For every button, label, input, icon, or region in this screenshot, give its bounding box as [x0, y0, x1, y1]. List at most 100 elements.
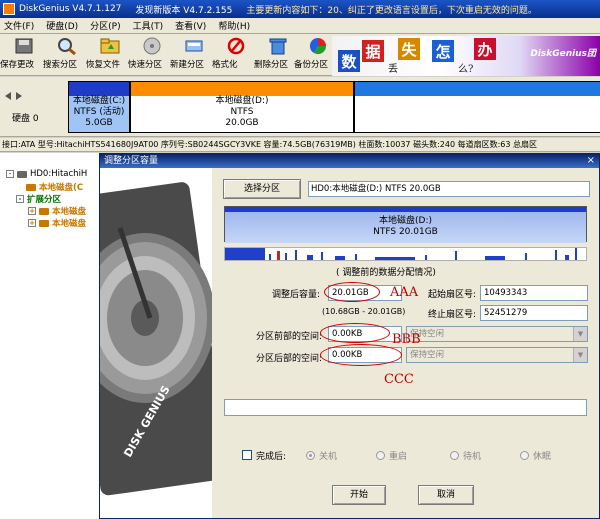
selected-partition-display: HD0:本地磁盘(D:) NTFS 20.0GB: [308, 181, 590, 197]
disk-map-area: 硬盘 0 本地磁盘(C:) NTFS (活动) 5.0GB 本地磁盘(D:) N…: [0, 77, 600, 137]
nav-right-icon[interactable]: [14, 91, 24, 101]
annotation-ellipse: [320, 323, 390, 343]
app-icon: [3, 3, 15, 15]
resize-partition-dialog: 调整分区容量 × DISK GENIUS 选择分区 HD0:本地磁盘(D:) N…: [99, 153, 600, 519]
title-bar: DiskGenius V4.7.1.127 发现新版本 V4.7.2.155 主…: [0, 0, 600, 18]
front-space-select: 保持空闲 ▼: [406, 326, 588, 342]
radio-restart[interactable]: 重启: [376, 449, 407, 462]
data-map-caption: ( 调整前的数据分配情况): [336, 268, 436, 278]
cancel-button[interactable]: 取消: [418, 485, 474, 505]
start-sector-field[interactable]: 10493343: [480, 285, 588, 301]
banner-small-text: 丢: [388, 64, 398, 75]
partition-bar: 本地磁盘(D:) NTFS 20.01GB: [224, 206, 587, 243]
annotation-ellipse: [320, 344, 402, 366]
recover-files-button[interactable]: 恢复文件: [86, 36, 130, 74]
annotation-ccc: CCC: [384, 372, 414, 387]
app-title: DiskGenius V4.7.1.127: [19, 4, 122, 14]
hard-disk-icon: [17, 170, 27, 178]
collapse-icon[interactable]: -: [16, 195, 24, 203]
disk-info-line: 接口:ATA 型号:HitachiHTS541680J9AT00 序列号:SB0…: [0, 138, 600, 152]
partition-bar-name: 本地磁盘(D:): [379, 216, 432, 226]
save-icon: [13, 36, 35, 56]
partition-d-name: 本地磁盘(D:): [215, 96, 269, 106]
new-partition-button[interactable]: 新建分区: [170, 36, 214, 74]
new-size-label: 调整后容量:: [272, 290, 321, 300]
dropdown-arrow-icon: ▼: [573, 348, 587, 362]
banner-char: 怎: [432, 40, 454, 62]
disk-label: 硬盘 0: [12, 114, 39, 124]
trash-icon: [267, 36, 289, 56]
partition-icon: [39, 207, 49, 215]
new-partition-icon: [183, 36, 205, 56]
progress-bar: [224, 399, 587, 416]
tree-partition-d[interactable]: + 本地磁盘: [28, 205, 86, 217]
nav-left-icon[interactable]: [3, 91, 13, 101]
collapse-icon[interactable]: -: [6, 170, 14, 178]
partition-bar-info: NTFS 20.01GB: [373, 227, 438, 237]
partition-icon: [39, 219, 49, 227]
partition-d[interactable]: 本地磁盘(D:) NTFS 20.0GB: [130, 81, 354, 133]
disk-icon: [141, 36, 163, 56]
tree-extended-partition[interactable]: - 扩展分区: [16, 193, 61, 205]
annotation-bbb: BBB: [392, 332, 421, 347]
update-notice: 主要更新内容如下：20、纠正了更改语言设置后，下次重启无效的问题。: [246, 5, 537, 16]
partition-c[interactable]: 本地磁盘(C:) NTFS (活动) 5.0GB: [68, 81, 130, 133]
banner-char: 办: [474, 38, 496, 60]
new-version-text[interactable]: 发现新版本 V4.7.2.155: [135, 3, 232, 16]
annotation-ellipse: [324, 282, 380, 302]
expand-icon[interactable]: +: [28, 207, 36, 215]
size-range-text: (10.68GB - 20.01GB): [322, 307, 406, 316]
dialog-title: 调整分区容量: [104, 156, 159, 166]
radio-shutdown[interactable]: 关机: [306, 449, 337, 462]
end-sector-label: 终止扇区号:: [428, 310, 477, 320]
partition-free[interactable]: [354, 81, 600, 133]
tree-partition-e[interactable]: + 本地磁盘: [28, 217, 86, 229]
menu-partition[interactable]: 分区(P): [90, 19, 120, 32]
partition-c-fs: NTFS (活动): [73, 107, 125, 117]
radio-standby[interactable]: 待机: [450, 449, 481, 462]
dropdown-arrow-icon: ▼: [573, 327, 587, 341]
banner-char: 失: [398, 38, 420, 60]
partition-d-fs: NTFS: [230, 107, 254, 117]
save-changes-button[interactable]: 保存更改: [0, 36, 44, 74]
hard-disk-illustration: DISK GENIUS: [100, 168, 212, 518]
promo-banner[interactable]: 数 据 失 怎 办 丢 么? DiskGenius团: [332, 36, 600, 76]
tree-partition-c[interactable]: 本地磁盘(C: [26, 181, 83, 193]
back-space-select: 保持空闲 ▼: [406, 347, 588, 363]
expand-icon[interactable]: +: [28, 219, 36, 227]
format-icon: [225, 36, 247, 56]
partition-d-size: 20.0GB: [225, 118, 259, 128]
annotation-aaa: AAA: [390, 285, 419, 300]
search-partition-button[interactable]: 搜索分区: [43, 36, 87, 74]
radio-hibernate[interactable]: 休眠: [520, 449, 551, 462]
quick-partition-button[interactable]: 快速分区: [128, 36, 172, 74]
search-icon: [56, 36, 78, 56]
data-distribution-map: [224, 247, 587, 261]
start-button[interactable]: 开始: [332, 485, 386, 505]
menu-help[interactable]: 帮助(H): [218, 19, 250, 32]
after-complete-checkbox[interactable]: [242, 450, 252, 460]
close-icon[interactable]: ×: [587, 154, 595, 168]
dialog-title-bar: 调整分区容量 ×: [100, 154, 599, 168]
menu-view[interactable]: 查看(V): [175, 19, 206, 32]
format-button[interactable]: 格式化: [212, 36, 256, 74]
end-sector-field[interactable]: 52451279: [480, 305, 588, 321]
partition-c-name: 本地磁盘(C:): [72, 96, 126, 106]
folder-icon: [99, 36, 121, 56]
menu-bar: 文件(F) 硬盘(D) 分区(P) 工具(T) 查看(V) 帮助(H): [0, 18, 600, 34]
partition-icon: [26, 183, 36, 191]
banner-logo: DiskGenius团: [530, 49, 596, 59]
tree-disk-root[interactable]: - HD0:HitachiH: [6, 169, 87, 179]
banner-char: 数: [338, 50, 360, 72]
start-sector-label: 起始扇区号:: [428, 290, 477, 300]
select-partition-button[interactable]: 选择分区: [223, 179, 301, 199]
delete-partition-button[interactable]: 删除分区: [254, 36, 298, 74]
banner-char: 据: [362, 40, 384, 62]
menu-tools[interactable]: 工具(T): [133, 19, 164, 32]
menu-file[interactable]: 文件(F): [4, 19, 34, 32]
back-space-label: 分区后部的空间:: [256, 354, 323, 364]
banner-small-text: 么?: [458, 64, 474, 75]
menu-disk[interactable]: 硬盘(D): [46, 19, 78, 32]
partition-c-size: 5.0GB: [85, 118, 113, 128]
front-space-label: 分区前部的空间:: [256, 332, 323, 342]
